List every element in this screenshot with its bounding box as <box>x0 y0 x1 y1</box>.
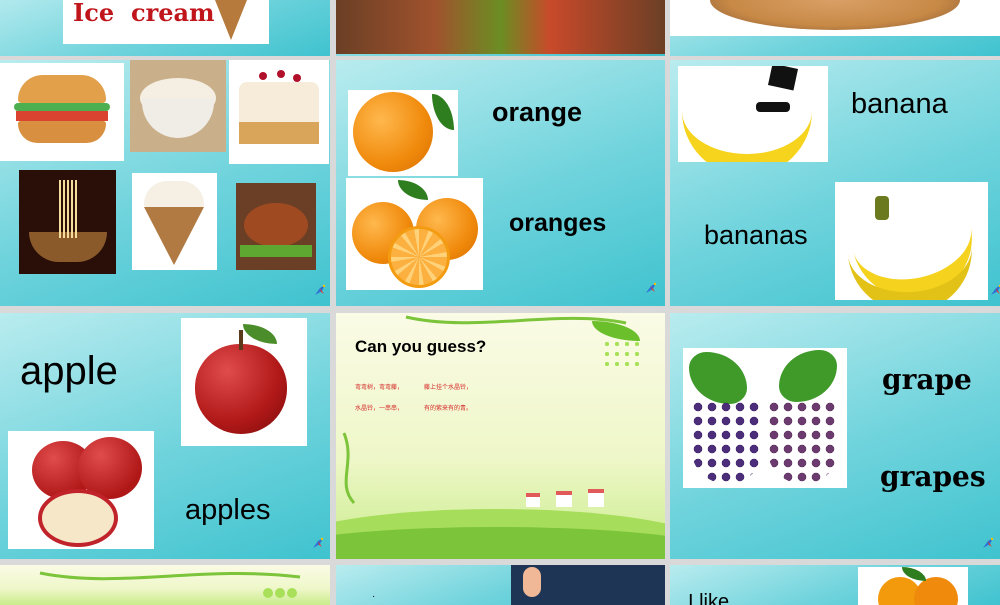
burger-image <box>0 63 124 161</box>
parrot-icon <box>643 280 659 296</box>
parrot-icon <box>980 535 996 551</box>
hand-slide-dot: · <box>372 591 376 602</box>
apples-plural-image <box>8 431 154 549</box>
slide-guess[interactable]: Can you guess? 弯弯树，弯弯藤， 藤上挂个水晶铃， 水晶铃，一串串… <box>336 313 665 559</box>
orange-singular-label: orange <box>492 97 583 127</box>
grape-singular-label: grape <box>882 363 972 396</box>
i-like-label: I like <box>688 591 730 605</box>
cake-image <box>229 60 329 164</box>
grapes-plural-label: grapes <box>880 460 986 493</box>
pizza-crust <box>710 0 960 30</box>
orange-single-image <box>348 90 458 176</box>
slide-i-like-bottom[interactable]: I like <box>670 565 1000 605</box>
slide-ice-cream-top[interactable]: Ice cream <box>0 0 330 56</box>
ice-cream-text-card: Ice cream <box>63 0 269 44</box>
slide-orange[interactable]: orange oranges <box>336 60 665 306</box>
slide-hand-bottom[interactable]: · <box>336 565 665 605</box>
fish-dish-image <box>236 183 316 270</box>
slide-foods-grid[interactable] <box>0 60 330 306</box>
slide-apple[interactable]: apple apples <box>0 313 330 559</box>
apple-single-image <box>181 318 307 446</box>
noodles-image <box>19 170 116 274</box>
bananas-bunch-image <box>835 182 988 300</box>
guess-title: Can you guess? <box>355 337 487 356</box>
orange-fruit-image <box>858 567 968 605</box>
slide-grape[interactable]: grape grapes <box>670 313 1000 559</box>
rice-bowl-image <box>130 60 226 152</box>
ice-cream-cone-icon <box>211 0 251 40</box>
banana-cartoon-image <box>678 66 828 162</box>
slide-pizza-top[interactable] <box>670 0 1000 56</box>
ice-cream-title-ice: Ice <box>73 0 115 27</box>
parrot-icon <box>310 535 326 551</box>
village-houses <box>526 485 616 507</box>
apples-plural-label: apples <box>185 494 271 526</box>
slide-banana[interactable]: banana bananas <box>670 60 1000 306</box>
riddle-line2-b: 有的紫来有的青。 <box>424 406 473 412</box>
bananas-plural-label: bananas <box>704 220 808 250</box>
raised-hand-image <box>511 565 665 605</box>
vine-decoration <box>39 571 301 598</box>
riddle-line2-a: 水晶铃，一串串， <box>355 406 404 412</box>
riddle-line1-b: 藤上挂个水晶铃， <box>424 385 473 391</box>
grapes-image <box>683 348 847 488</box>
grape-cluster-decoration <box>592 321 648 373</box>
parrot-icon <box>312 282 328 298</box>
riddle-line1-a: 弯弯树，弯弯藤， <box>355 385 404 391</box>
oranges-plural-label: oranges <box>509 209 607 237</box>
ice-cream-title-cream: cream <box>131 0 215 27</box>
parrot-icon <box>988 282 1000 298</box>
ice-cream-cone-image <box>132 173 217 270</box>
apple-singular-label: apple <box>20 349 118 393</box>
oranges-plural-image <box>346 178 483 290</box>
banana-singular-label: banana <box>851 88 948 120</box>
baked-dish-image <box>336 0 665 54</box>
pizza-image <box>670 0 1000 36</box>
slide-vine-bottom[interactable] <box>0 565 330 605</box>
slide-dish-top[interactable] <box>336 0 665 56</box>
